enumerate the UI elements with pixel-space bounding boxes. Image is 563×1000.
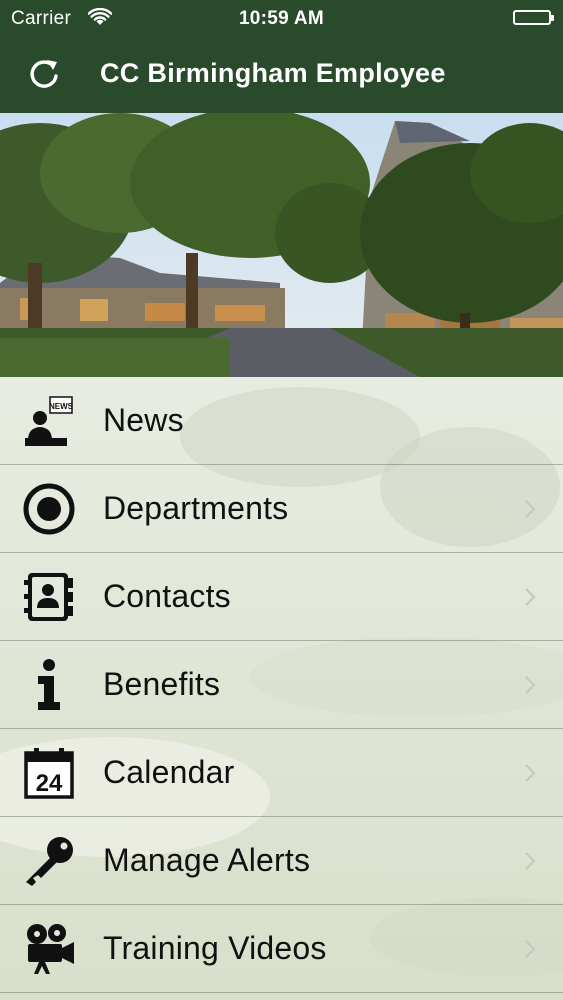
chevron-right-icon — [524, 763, 536, 783]
refresh-icon[interactable] — [26, 56, 62, 92]
calendar-icon: 24 — [22, 746, 76, 800]
svg-text:NEWS: NEWS — [49, 402, 74, 411]
chevron-right-icon — [524, 587, 536, 607]
page-title: CC Birmingham Employee — [100, 58, 446, 88]
menu-item-news[interactable]: NEWS News — [0, 377, 563, 465]
main-menu: NEWS News Departments Contacts Benefits … — [0, 377, 563, 1000]
menu-item-training-videos[interactable]: Training Videos — [0, 905, 563, 993]
menu-item-label: News — [103, 402, 184, 438]
menu-item-calendar[interactable]: 24 Calendar — [0, 729, 563, 817]
menu-item-label: Calendar — [103, 754, 235, 790]
svg-text:24: 24 — [36, 770, 63, 797]
menu-item-label: Departments — [103, 490, 289, 526]
address-book-icon — [22, 570, 76, 624]
movie-camera-icon — [22, 922, 76, 976]
chevron-right-icon — [524, 939, 536, 959]
target-icon — [22, 482, 76, 536]
news-icon: NEWS — [22, 394, 76, 448]
nav-bar: Carrier 10:59 AM CC Birmingham Employee — [0, 0, 563, 113]
clock: 10:59 AM — [238, 8, 325, 29]
chevron-right-icon — [524, 675, 536, 695]
clubhouse-photo — [0, 113, 563, 377]
info-icon — [22, 658, 76, 712]
menu-item-label: Benefits — [103, 666, 221, 702]
chevron-right-icon — [524, 851, 536, 871]
menu-item-label: Manage Alerts — [103, 842, 311, 878]
chevron-right-icon — [524, 499, 536, 519]
menu-item-benefits[interactable]: Benefits — [0, 641, 563, 729]
status-bar: Carrier 10:59 AM — [0, 0, 563, 38]
menu-item-label: Contacts — [103, 578, 231, 614]
key-icon — [22, 834, 76, 888]
menu-item-contacts[interactable]: Contacts — [0, 553, 563, 641]
menu-item-departments[interactable]: Departments — [0, 465, 563, 553]
menu-item-manage-alerts[interactable]: Manage Alerts — [0, 817, 563, 905]
battery-icon — [513, 10, 554, 25]
menu-item-label: Training Videos — [103, 930, 327, 966]
